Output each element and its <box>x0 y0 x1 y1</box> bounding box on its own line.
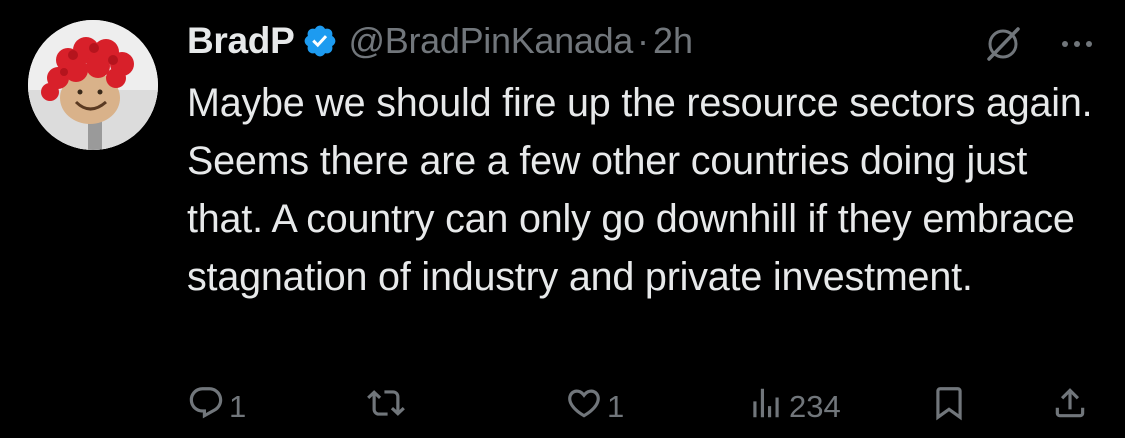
heart-icon <box>565 384 603 430</box>
reply-button[interactable]: 1 <box>187 384 246 430</box>
tweet-actions: 1 1 234 <box>187 384 1087 434</box>
reply-count: 1 <box>229 389 247 424</box>
share-button[interactable] <box>1051 384 1089 430</box>
separator-dot: · <box>637 20 650 61</box>
user-handle[interactable]: @BradPinKanada <box>348 20 633 62</box>
grok-icon[interactable] <box>983 24 1023 64</box>
retweet-icon <box>367 384 405 430</box>
views-count: 234 <box>789 389 841 424</box>
tweet-header: BradP @BradPinKanada · 2h <box>187 16 693 66</box>
views-button[interactable]: 234 <box>747 384 841 430</box>
timestamp[interactable]: 2h <box>653 20 693 62</box>
like-count: 1 <box>607 389 625 424</box>
more-icon[interactable] <box>1057 24 1097 64</box>
bookmark-button[interactable] <box>930 384 968 430</box>
tweet-text: Maybe we should fire up the resource sec… <box>187 81 1093 299</box>
reply-icon <box>187 384 225 430</box>
verified-badge-icon <box>302 23 338 59</box>
views-icon <box>747 384 785 430</box>
bookmark-icon <box>930 384 968 430</box>
display-name[interactable]: BradP <box>187 20 295 62</box>
like-button[interactable]: 1 <box>565 384 624 430</box>
share-icon <box>1051 384 1089 430</box>
tweet-card[interactable]: BradP @BradPinKanada · 2h Maybe we shoul <box>0 0 1125 438</box>
retweet-button[interactable] <box>367 384 409 430</box>
tweet-top-actions <box>983 24 1097 64</box>
avatar[interactable] <box>28 20 158 150</box>
